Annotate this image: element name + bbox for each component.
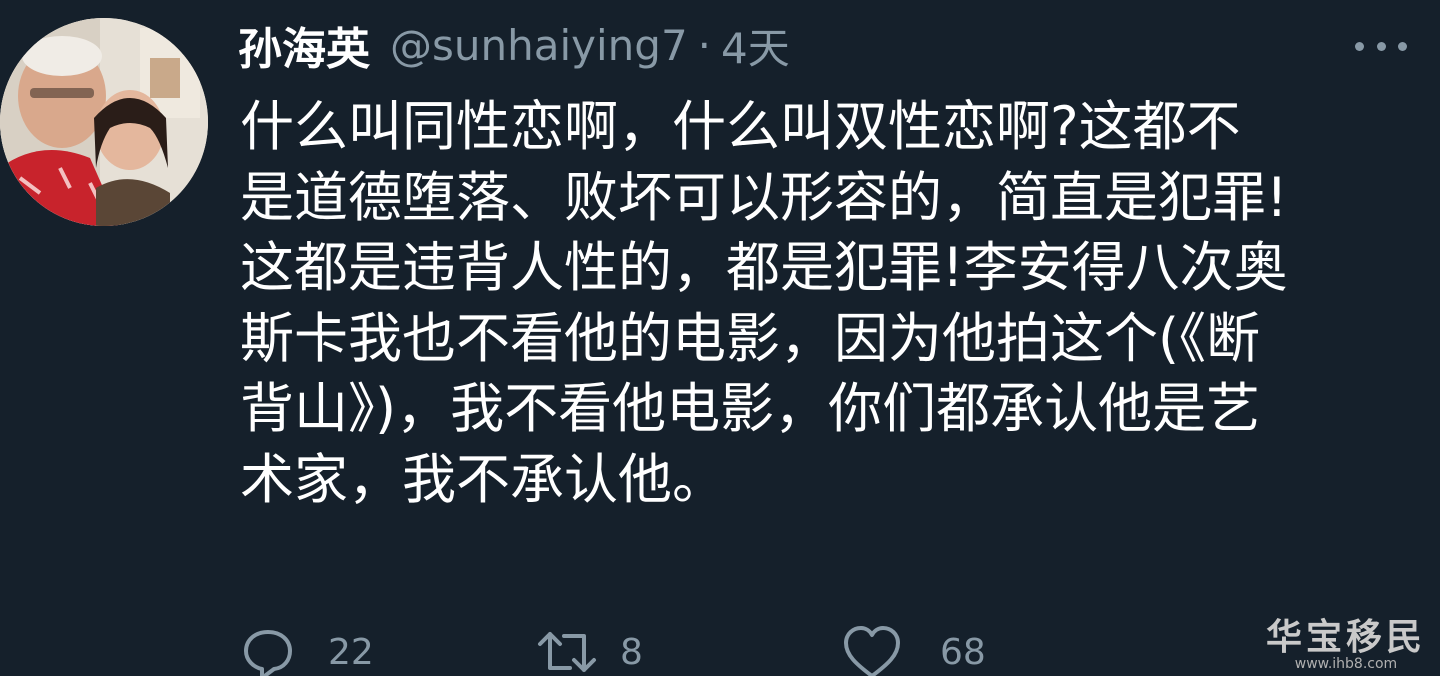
like-button[interactable]: 68 [842,622,986,676]
tweet-actions: 22 8 68 [238,622,1138,676]
tweet-text-line: 术家，我不承认他。 [240,447,726,511]
retweet-icon [538,632,596,672]
watermark: 华宝移民 www.ihb8.com [1266,608,1426,672]
retweet-button[interactable]: 8 [536,622,643,676]
reply-count: 22 [328,631,374,673]
retweet-count: 8 [620,631,643,673]
tweet-text-line: 是道德堕落、败坏可以形容的，简直是犯罪! [240,165,1288,229]
reply-icon [244,630,292,676]
avatar-photo [0,18,208,226]
avatar[interactable] [0,18,208,226]
more-horizontal-icon[interactable] [1355,38,1407,54]
tweet-text-line: 这都是违背人性的，都是犯罪!李安得八次奥 [240,236,1288,299]
tweet-text-line: 背山》)，我不看他电影，你们都承认他是艺 [240,377,1261,440]
tweet-text: 什么叫同性恋啊，什么叫双性恋啊?这都不 是道德堕落、败坏可以形容的，简直是犯罪!… [240,92,1420,515]
tweet: 孙海英 @sunhaiying7 · 4天 什么叫同性恋啊，什么叫双性恋啊?这都… [0,0,1440,676]
reply-button[interactable]: 22 [240,622,374,676]
user-handle[interactable]: @sunhaiying7 [390,21,688,70]
heart-icon [844,626,900,676]
watermark-title: 华宝移民 [1265,616,1426,658]
separator-dot: · [697,20,712,70]
tweet-header: 孙海英 @sunhaiying7 · 4天 [238,10,790,80]
like-count: 68 [940,631,986,673]
tweet-text-line: 斯卡我也不看他的电影，因为他拍这个(《断 [240,306,1261,370]
tweet-text-line: 什么叫同性恋啊，什么叫双性恋啊?这都不 [240,95,1241,158]
timestamp[interactable]: 4天 [721,15,790,76]
display-name[interactable]: 孙海英 [238,13,370,77]
